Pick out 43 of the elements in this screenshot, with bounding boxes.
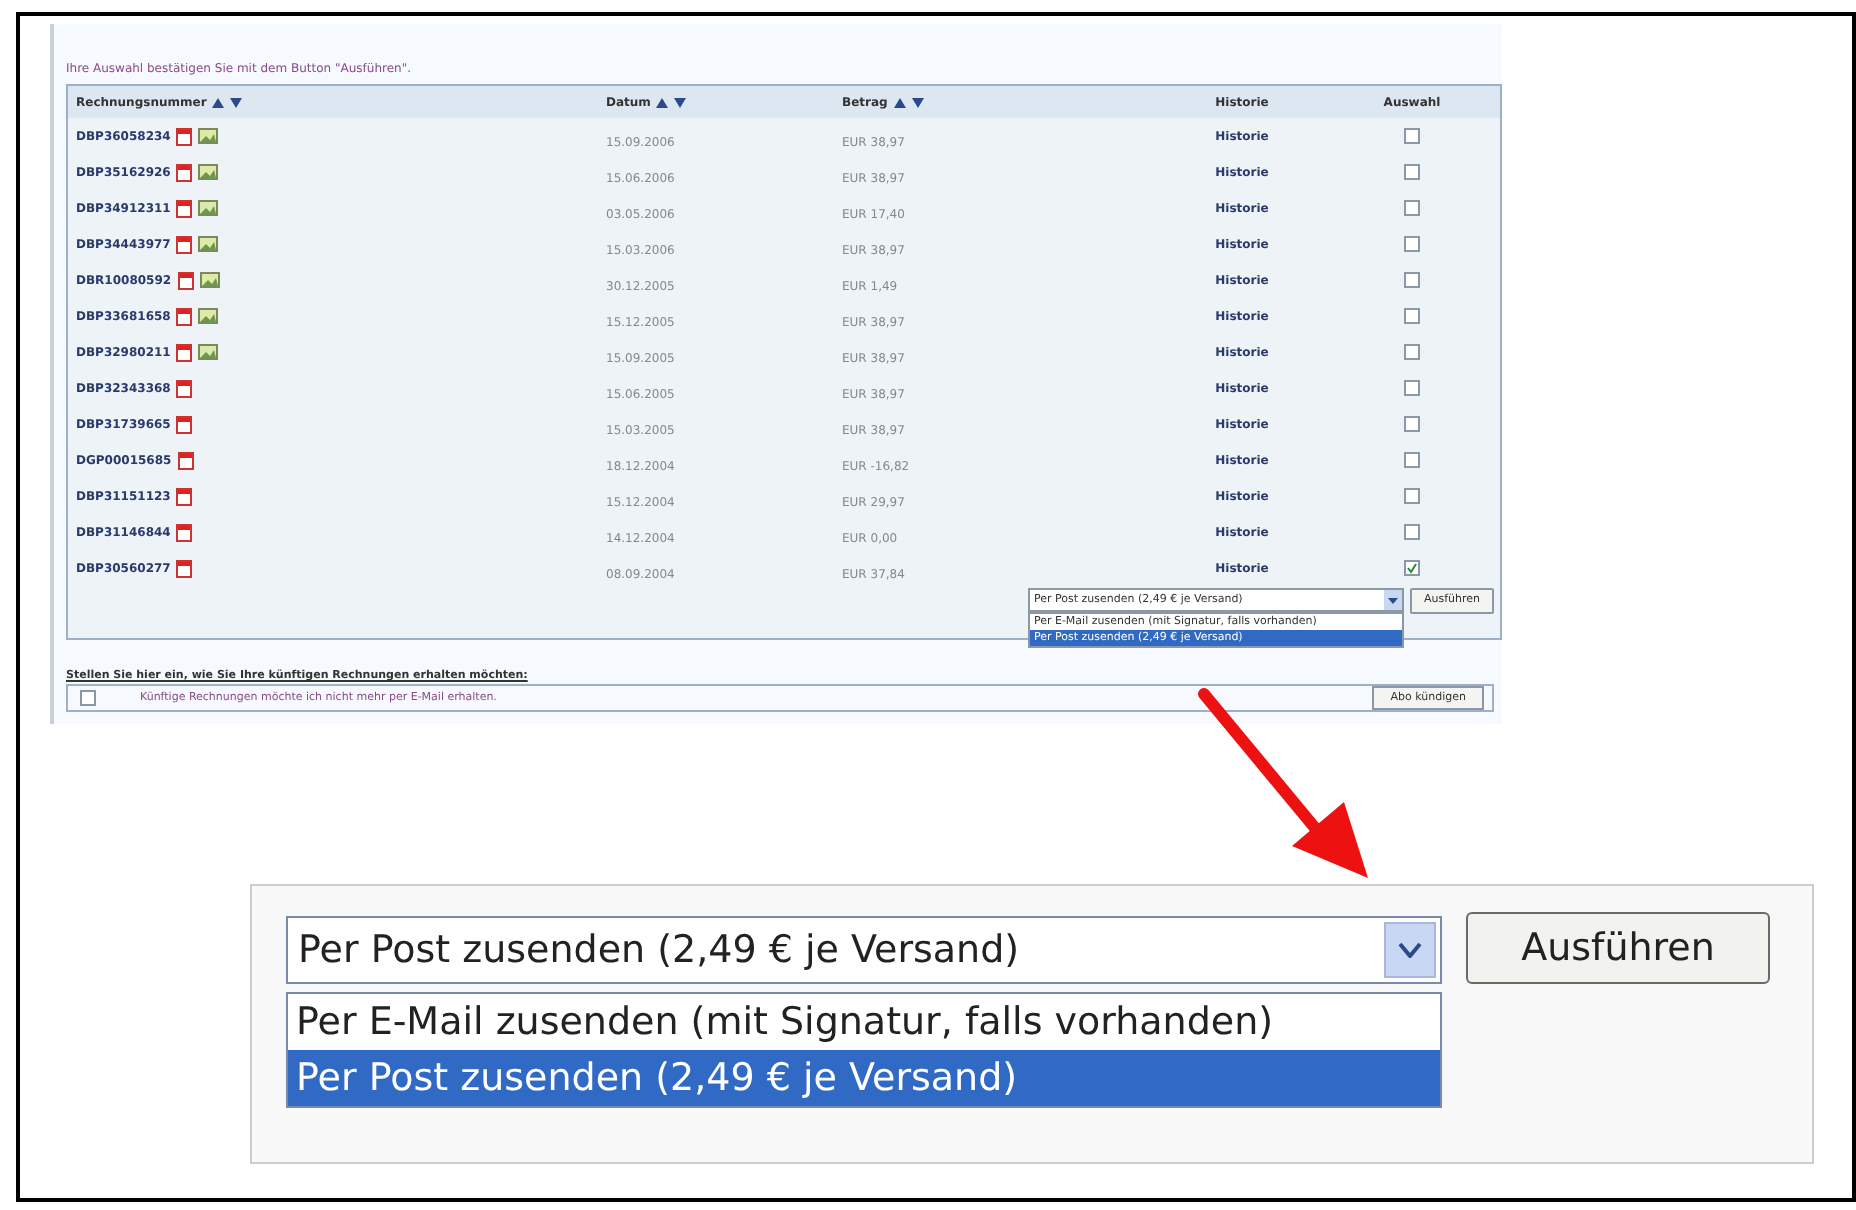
checkbox[interactable] [1404,128,1420,144]
checkbox[interactable] [1404,452,1420,468]
pdf-document-icon[interactable] [176,163,193,181]
pdf-document-icon[interactable] [176,415,193,433]
image-icon[interactable] [198,236,219,252]
checkbox[interactable] [1404,272,1420,288]
image-icon[interactable] [198,128,219,144]
pdf-document-icon[interactable] [176,343,193,361]
image-icon[interactable] [199,272,220,288]
pdf-document-icon[interactable] [176,523,193,541]
image-icon[interactable] [198,308,219,324]
pdf-document-icon[interactable] [176,379,193,397]
caret-icon[interactable] [1383,590,1402,610]
checkbox[interactable] [1404,344,1420,360]
pdf-document-icon[interactable] [176,235,193,253]
dropdown-option[interactable]: Per Post zusenden (2,49 € je Versand) [288,1050,1440,1106]
dropdown-option[interactable]: Per E-Mail zusenden (mit Signatur, falls vorhanden) [288,994,1440,1050]
pdf-document-icon[interactable] [176,307,193,325]
checkbox[interactable] [1404,236,1420,252]
checkbox[interactable] [1404,380,1420,396]
sort-arrows-icon[interactable] [656,97,689,107]
pdf-document-icon[interactable] [177,451,194,469]
checkbox[interactable] [1404,416,1420,432]
checkbox[interactable] [1404,164,1420,180]
sort-arrows-icon[interactable] [893,97,926,107]
image-icon[interactable] [198,344,219,360]
image-icon[interactable] [198,200,219,216]
checkbox[interactable] [1404,488,1420,504]
pdf-document-icon[interactable] [176,559,193,577]
shipping-dropdown[interactable]: Per Post zusenden (2,49 € je Versand) [286,916,1442,984]
pdf-document-icon[interactable] [176,127,193,145]
checkbox[interactable] [1404,560,1420,576]
sort-arrows-icon[interactable] [212,97,245,107]
pdf-document-icon[interactable] [176,487,193,505]
image-icon[interactable] [198,164,219,180]
pdf-document-icon[interactable] [176,199,193,217]
checkbox[interactable] [1404,524,1420,540]
checkbox[interactable] [1404,200,1420,216]
pdf-document-icon[interactable] [177,271,194,289]
execute-button[interactable]: Ausführen [1466,912,1770,984]
checkbox[interactable] [80,690,96,707]
caret-icon[interactable] [1384,922,1436,978]
checkbox[interactable] [1404,308,1420,324]
